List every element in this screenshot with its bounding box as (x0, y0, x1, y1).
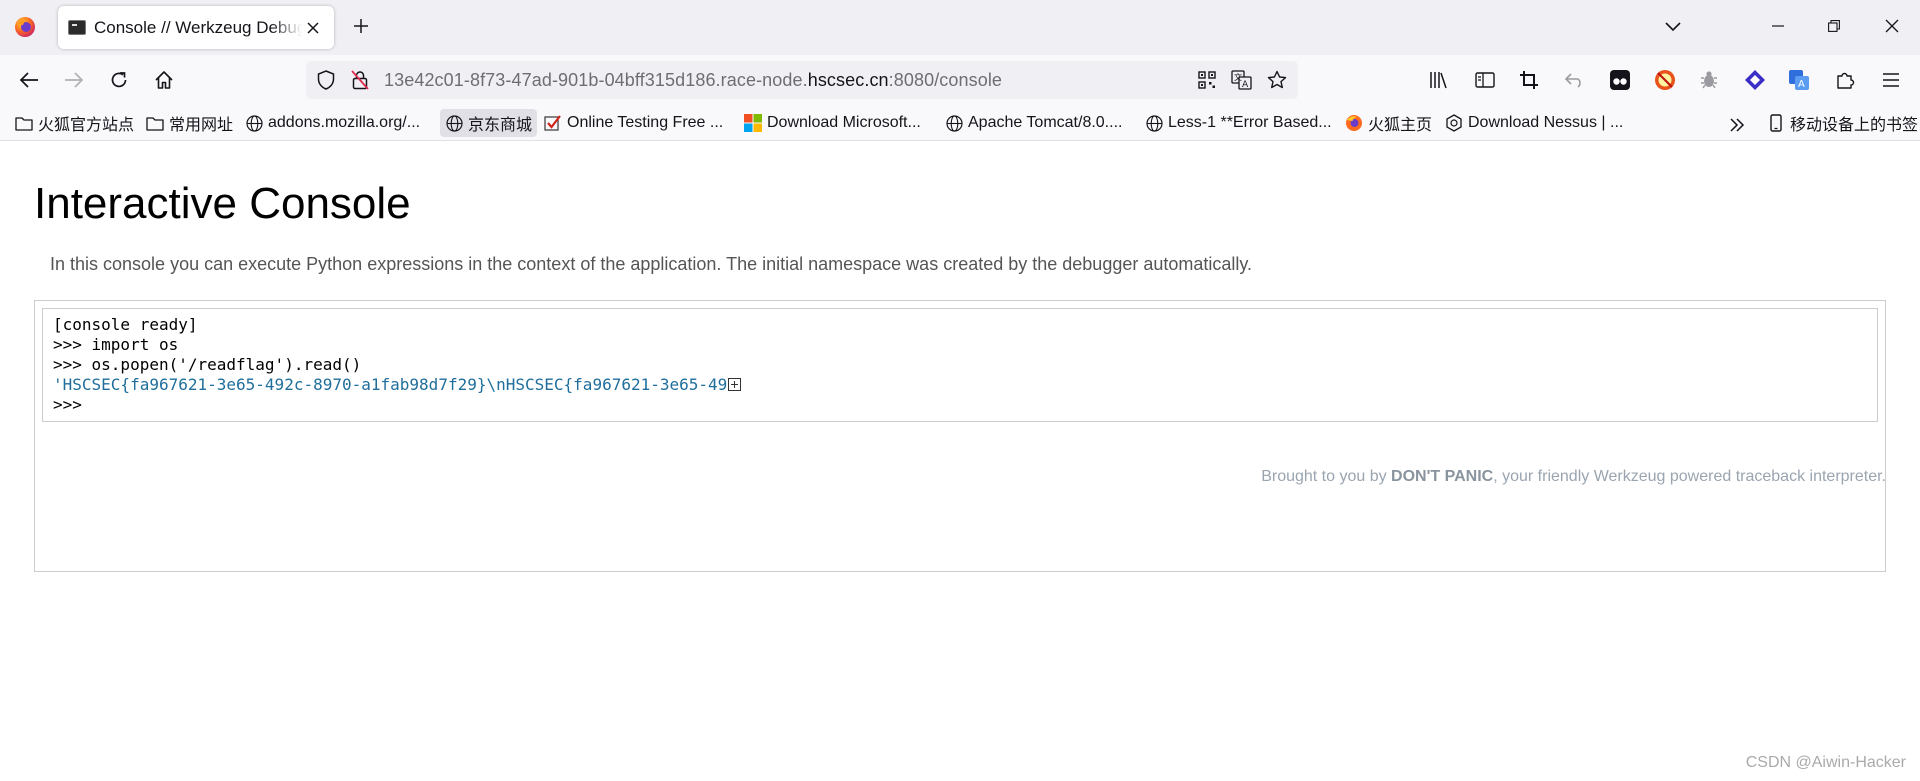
bookmark-item[interactable]: Less-1 **Error Based... (1140, 109, 1337, 137)
footer: Brought to you by DON'T PANIC, your frie… (1261, 468, 1886, 486)
console-line: >>> os.popen('/readflag').read() (53, 355, 362, 374)
console-result-text: 'HSCSEC{fa967621-3e65-492c-8970-a1fab98d… (53, 375, 728, 394)
svg-text:文: 文 (1234, 72, 1242, 82)
bookmark-item[interactable]: 常用网址 (141, 109, 238, 137)
bookmark-item[interactable]: Apache Tomcat/8.0.... (940, 109, 1127, 137)
undo-arrow-icon[interactable] (1562, 67, 1588, 93)
bookmark-label: 火狐官方站点 (38, 117, 135, 134)
console-line: [console ready] (53, 315, 198, 334)
home-icon[interactable] (147, 63, 181, 97)
console-output[interactable]: [console ready] >>> import os >>> os.pop… (42, 308, 1878, 422)
reload-icon[interactable] (102, 63, 136, 97)
bookmark-item[interactable]: 京东商城 (440, 109, 538, 137)
console-prompt: >>> (53, 395, 92, 414)
bookmark-item[interactable]: addons.mozilla.org/... (240, 109, 425, 137)
console-prompt-line[interactable]: >>> (53, 395, 1867, 415)
extension-blocker-icon[interactable] (1652, 67, 1678, 93)
bookmark-item[interactable]: 火狐官方站点 (10, 109, 139, 137)
footer-suffix: , your friendly Werkzeug powered traceba… (1493, 468, 1886, 485)
tab-active[interactable]: Console // Werkzeug Debugger (58, 6, 334, 49)
address-bar[interactable]: 13e42c01-8f73-47ad-901b-04bff315d186.rac… (306, 61, 1298, 99)
qr-code-icon[interactable] (1196, 69, 1218, 91)
extension-bug-icon[interactable] (1696, 67, 1722, 93)
crop-screenshot-icon[interactable] (1516, 67, 1542, 93)
url-host: hscsec.cn (807, 70, 889, 90)
extension-black-mask-icon[interactable] (1607, 67, 1633, 93)
bookmark-label: 火狐主页 (1368, 117, 1433, 134)
console-line: >>> import os (53, 335, 179, 354)
footer-prefix: Brought to you by (1261, 468, 1392, 485)
terminal-icon (68, 20, 86, 35)
chevron-down-icon[interactable] (1660, 14, 1686, 40)
url-prefix: 13e42c01-8f73-47ad-901b-04bff315d186.rac… (384, 70, 808, 90)
bookmark-star-icon[interactable] (1266, 69, 1288, 91)
globe-icon (445, 114, 463, 132)
checkbox-icon (544, 114, 562, 132)
close-window-icon[interactable] (1864, 0, 1920, 52)
globe-icon (1145, 114, 1163, 132)
library-icon[interactable] (1426, 67, 1452, 93)
svg-text:A: A (1798, 79, 1805, 90)
navigation-toolbar: 13e42c01-8f73-47ad-901b-04bff315d186.rac… (0, 55, 1920, 105)
more-bookmarks-chevron-icon[interactable] (1726, 114, 1748, 136)
hamburger-menu-icon[interactable] (1878, 67, 1904, 93)
translate-icon[interactable]: A文 (1231, 69, 1253, 91)
bookmark-item[interactable]: 火狐主页 (1340, 109, 1437, 137)
folder-icon (15, 114, 33, 132)
tab-title: Console // Werkzeug Debugger (94, 17, 302, 37)
insecure-lock-icon[interactable] (349, 69, 371, 91)
console-explanation: In this console you can execute Python e… (50, 254, 1253, 274)
console-result-line: 'HSCSEC{fa967621-3e65-492c-8970-a1fab98d… (53, 375, 1867, 395)
back-arrow-icon[interactable] (12, 63, 46, 97)
tab-strip: Console // Werkzeug Debugger (0, 0, 1920, 55)
bookmark-label: 常用网址 (169, 117, 234, 134)
url-text[interactable]: 13e42c01-8f73-47ad-901b-04bff315d186.rac… (384, 70, 1002, 91)
close-tab-icon[interactable] (302, 17, 324, 39)
expand-plus-icon[interactable] (728, 378, 742, 391)
tracking-shield-icon[interactable] (315, 69, 337, 91)
mobile-device-icon (1767, 114, 1785, 132)
minimize-icon[interactable] (1750, 0, 1806, 52)
forward-arrow-icon[interactable] (57, 63, 91, 97)
bookmark-item[interactable]: Download Nessus | ... (1440, 109, 1628, 137)
mobile-bookmarks[interactable]: 移动设备上的书签 (1762, 109, 1920, 137)
extension-translate-icon[interactable]: A (1786, 67, 1812, 93)
footer-brand: DON'T PANIC (1391, 468, 1494, 485)
extension-diamond-icon[interactable] (1742, 67, 1768, 93)
globe-icon (245, 114, 263, 132)
new-tab-plus-icon[interactable] (348, 13, 374, 39)
extensions-puzzle-icon[interactable] (1832, 67, 1858, 93)
svg-text:A: A (1242, 80, 1249, 90)
bookmark-label: Download Microsoft... (767, 114, 921, 131)
bookmark-item[interactable]: Download Microsoft... (739, 109, 926, 137)
csdn-watermark: CSDN @Aiwin-Hacker (1745, 754, 1906, 771)
url-suffix: :8080/console (888, 70, 1003, 90)
bookmark-label: Apache Tomcat/8.0.... (968, 114, 1123, 131)
firefox-view-icon[interactable] (12, 14, 38, 40)
sidebar-icon[interactable] (1472, 67, 1498, 93)
console-frame: [console ready] >>> import os >>> os.pop… (34, 300, 1886, 572)
globe-icon (945, 114, 963, 132)
page-title: Interactive Console (34, 179, 411, 228)
bookmark-label: Online Testing Free ... (567, 114, 724, 131)
restore-icon[interactable] (1806, 0, 1862, 52)
firefox-icon (1345, 114, 1363, 132)
page-content: Interactive Console In this console you … (0, 142, 1920, 781)
bookmarks-toolbar: 火狐官方站点 常用网址 addons.mozilla.org/... 京东商城 … (0, 105, 1920, 141)
mobile-bookmarks-label: 移动设备上的书签 (1790, 117, 1919, 134)
bookmark-label: Download Nessus | ... (1468, 114, 1624, 131)
nessus-icon (1445, 114, 1463, 132)
folder-icon (146, 114, 164, 132)
bookmark-item[interactable]: Online Testing Free ... (539, 109, 728, 137)
microsoft-icon (744, 114, 762, 132)
bookmark-label: addons.mozilla.org/... (268, 114, 421, 131)
bookmark-label: Less-1 **Error Based... (1168, 114, 1332, 131)
bookmark-label: 京东商城 (468, 117, 533, 134)
